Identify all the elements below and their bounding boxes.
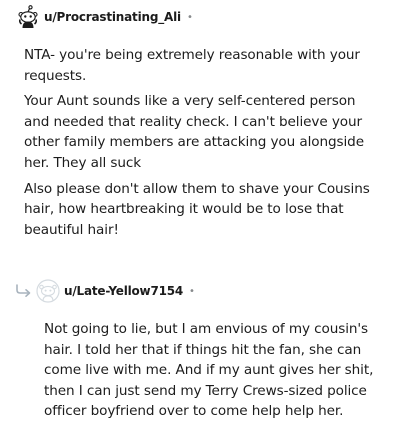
comment-paragraph: Not going to lie, but I am envious of my… <box>44 321 374 420</box>
comment-author[interactable]: u/Late-Yellow7154 <box>64 284 183 298</box>
comment-header: u/Procrastinating_Ali • <box>16 5 193 29</box>
comment-body: NTA- you're being extremely reasonable w… <box>24 45 380 245</box>
comment-paragraph: NTA- you're being extremely reasonable w… <box>24 47 360 84</box>
comment-author[interactable]: u/Procrastinating_Ali <box>44 10 181 24</box>
separator-dot: • <box>186 11 193 23</box>
default-avatar-icon[interactable] <box>36 279 60 303</box>
comment-paragraph: Also please don't allow them to shave yo… <box>24 180 370 238</box>
comment-paragraph: Your Aunt sounds like a very self-center… <box>24 93 364 171</box>
comment-header: u/Late-Yellow7154 • <box>14 279 195 303</box>
separator-dot: • <box>189 285 195 297</box>
comment-body: Not going to lie, but I am envious of my… <box>44 319 384 427</box>
snoo-avatar-icon[interactable] <box>16 5 40 29</box>
reply-arrow-icon <box>14 281 34 301</box>
